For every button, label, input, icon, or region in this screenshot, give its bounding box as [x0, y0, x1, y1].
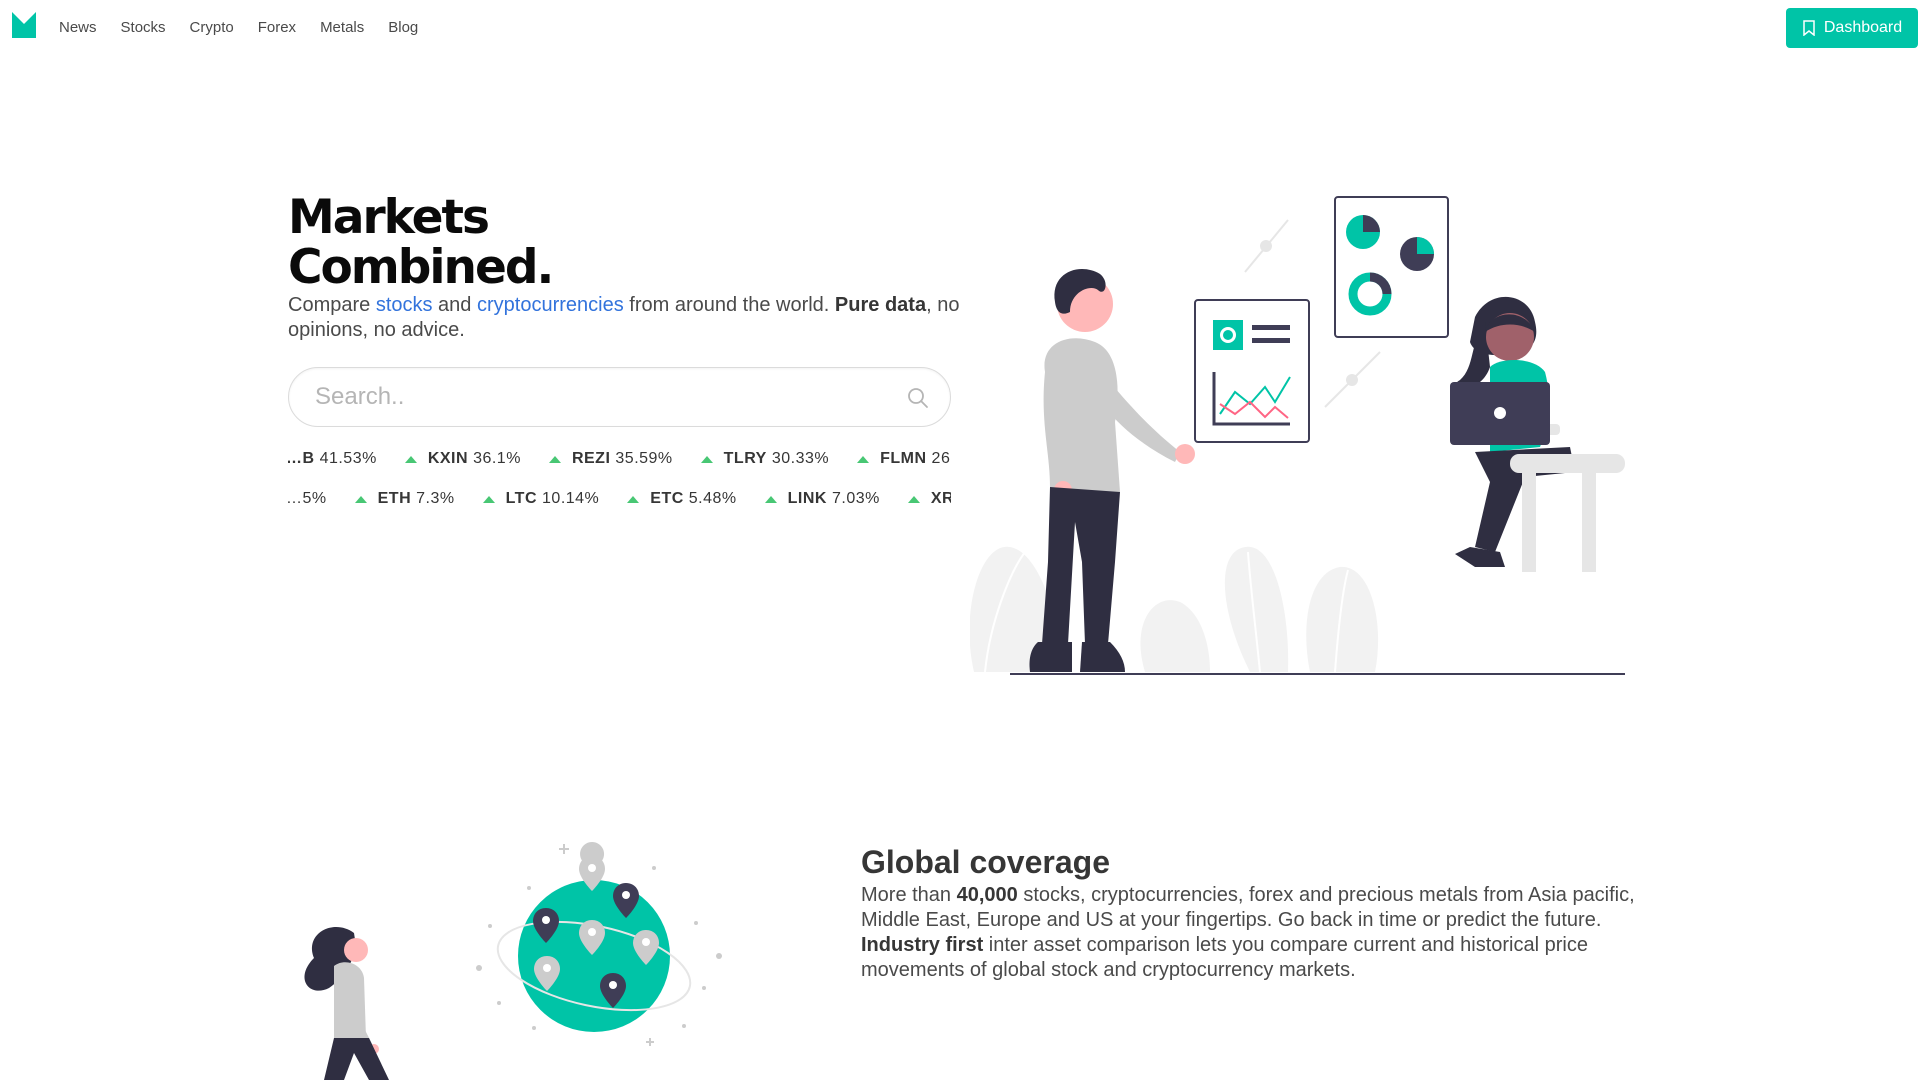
globe-illustration — [304, 842, 722, 1080]
up-arrow-icon — [548, 455, 561, 463]
ticker-symbol: …B — [288, 450, 315, 467]
up-arrow-icon — [857, 455, 870, 463]
sub-text-2: and — [432, 294, 477, 316]
global-coverage-text: More than 40,000 stocks, cryptocurrencie… — [861, 883, 1651, 983]
gc-text-1: More than — [861, 884, 957, 906]
ticker-item[interactable]: ETC 5.48% — [627, 487, 736, 511]
ticker-item[interactable]: LINK 7.03% — [764, 487, 880, 511]
nav-link-forex[interactable]: Forex — [258, 18, 296, 38]
ticker-change: …5% — [288, 490, 327, 507]
nav-link-crypto[interactable]: Crypto — [190, 18, 234, 38]
ticker-change: 36.1% — [473, 450, 521, 467]
ticker-symbol: ETC — [650, 490, 684, 507]
search-input[interactable] — [315, 368, 895, 426]
ticker-symbol: FLMN — [880, 450, 927, 467]
stocks-link[interactable]: stocks — [376, 294, 433, 316]
hero-title: Markets Combined. — [288, 190, 554, 295]
nav-link-news[interactable]: News — [59, 18, 97, 38]
nav-link-stocks[interactable]: Stocks — [121, 18, 166, 38]
navbar: News Stocks Crypto Forex Metals Blog Das… — [0, 0, 1920, 56]
ticker-change: 7.03% — [831, 490, 880, 507]
ticker-item[interactable]: FLMN26.… — [857, 447, 951, 471]
gc-bold-2: Industry first — [861, 934, 984, 956]
ticker-change: 30.33% — [771, 450, 830, 467]
ticker-item[interactable]: ETH 7.3% — [354, 487, 455, 511]
ticker-change: 35.59% — [615, 450, 673, 467]
up-arrow-icon — [700, 455, 713, 463]
up-arrow-icon — [627, 495, 640, 503]
hero-title-line1: Markets — [288, 190, 490, 245]
ticker-change: 5.48% — [688, 490, 737, 507]
ticker-item[interactable]: REZI 35.59% — [548, 447, 673, 471]
hero-subtitle: Compare stocks and cryptocurrencies from… — [288, 293, 968, 343]
ticker-symbol: REZI — [571, 450, 611, 467]
logo-icon[interactable] — [12, 12, 36, 38]
ticker-symbol: LTC — [505, 490, 538, 507]
ticker-symbol: KXIN — [427, 450, 469, 467]
ticker-change: 7.3% — [416, 490, 455, 507]
hero-illustration — [970, 196, 1625, 675]
ticker-item[interactable]: …5% — [288, 487, 327, 511]
ticker-crypto: …5% ETH 7.3% LTC 10.14% ETC 5.48% LINK 7.03%… — [288, 487, 951, 511]
dashboard-button[interactable]: Dashboard — [1786, 8, 1918, 48]
up-arrow-icon — [482, 495, 495, 503]
up-arrow-icon — [354, 495, 367, 503]
ticker-item[interactable]: …B 41.53% — [288, 447, 377, 471]
search-box — [288, 367, 951, 427]
ticker-item[interactable]: LTC 10.14% — [482, 487, 600, 511]
ticker-change: 26.… — [931, 450, 951, 467]
dashboard-label: Dashboard — [1823, 19, 1903, 36]
up-arrow-icon — [404, 455, 417, 463]
ticker-symbol: TLRY — [723, 450, 767, 467]
ticker-symbol: LINK — [787, 490, 827, 507]
ticker-change: 10.14% — [542, 490, 600, 507]
nav-link-blog[interactable]: Blog — [388, 18, 418, 38]
sub-text-1: Compare — [288, 294, 376, 316]
pure-data-text: Pure data — [834, 294, 927, 316]
cryptocurrencies-link[interactable]: cryptocurrencies — [477, 294, 624, 316]
ticker-change: 41.53% — [319, 450, 377, 467]
up-arrow-icon — [764, 495, 777, 503]
nav-links: News Stocks Crypto Forex Metals Blog — [59, 18, 442, 38]
nav-link-metals[interactable]: Metals — [320, 18, 364, 38]
ticker-symbol: XRP — [930, 490, 951, 507]
ticker-stocks: …B 41.53% KXIN 36.1% REZI 35.59% TLRY 30.33%… — [288, 447, 951, 471]
search-icon[interactable] — [907, 387, 929, 409]
gc-bold-1: 40,000 — [956, 884, 1018, 906]
up-arrow-icon — [907, 495, 920, 503]
ticker-item[interactable]: TLRY 30.33% — [700, 447, 830, 471]
global-coverage-title: Global coverage — [861, 844, 1110, 880]
ticker-symbol: ETH — [377, 490, 412, 507]
ticker-item[interactable]: XRP — [907, 487, 951, 511]
bookmark-icon — [1803, 20, 1815, 36]
sub-text-3: from around the world. — [623, 294, 835, 316]
ticker-item[interactable]: KXIN 36.1% — [404, 447, 521, 471]
hero-title-line2: Combined. — [288, 240, 554, 295]
